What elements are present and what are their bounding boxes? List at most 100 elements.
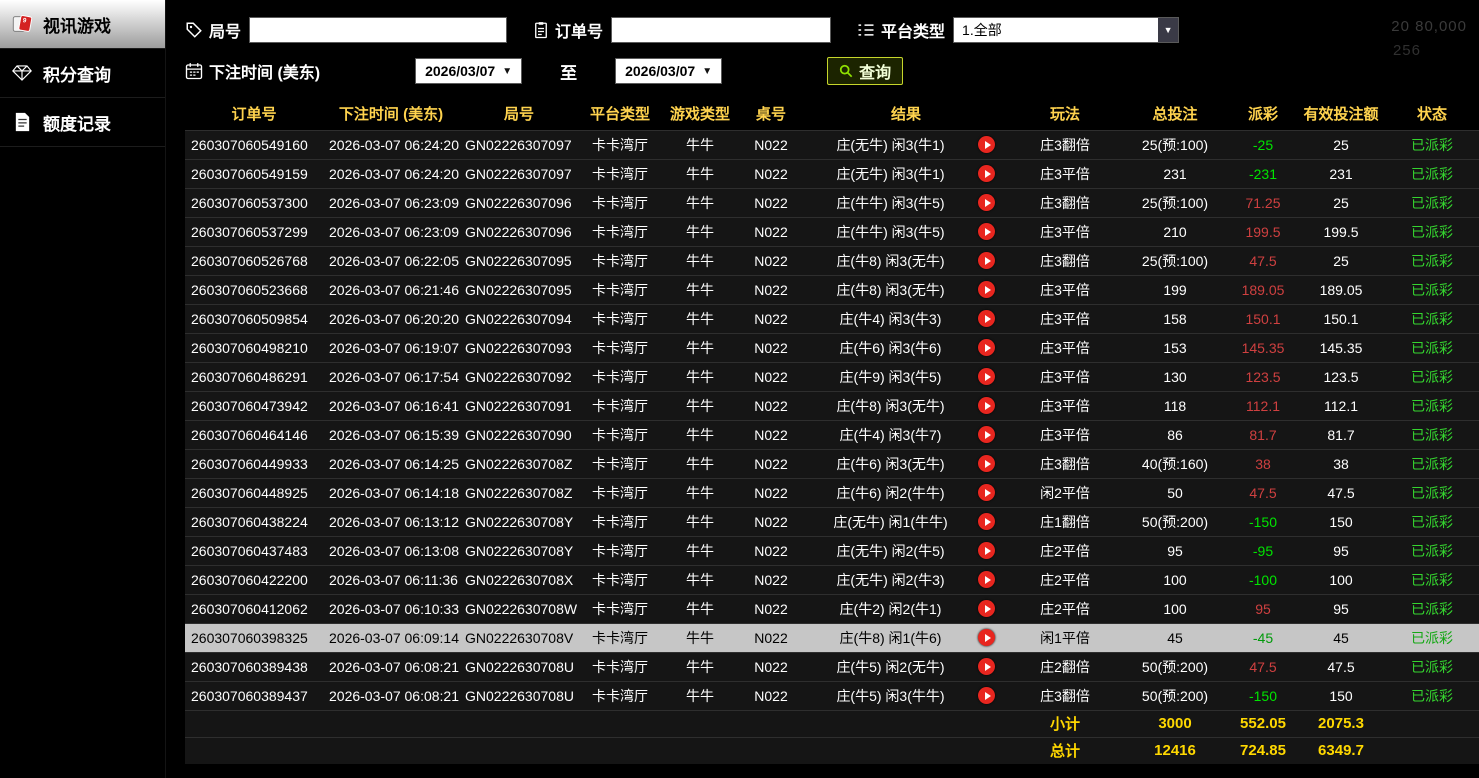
platform-cell: 卡卡湾厅 bbox=[579, 478, 661, 507]
table-no-cell: N022 bbox=[739, 681, 803, 710]
play-video-button[interactable] bbox=[978, 455, 995, 472]
bet-time-cell: 2026-03-07 06:09:14 bbox=[323, 623, 459, 652]
play-video-button[interactable] bbox=[978, 310, 995, 327]
result-cell: 庄(牛牛) 闲3(牛5) bbox=[803, 188, 1009, 217]
table-no-cell: N022 bbox=[739, 449, 803, 478]
query-button[interactable]: 查询 bbox=[827, 57, 903, 85]
result-text: 庄(牛6) 闲3(无牛) bbox=[803, 454, 978, 474]
game-no-cell: GN0222630708V bbox=[459, 623, 579, 652]
table-row[interactable]: 260307060537299 2026-03-07 06:23:09 GN02… bbox=[185, 217, 1479, 246]
valid-bet-cell: 150 bbox=[1297, 681, 1385, 710]
table-row[interactable]: 260307060537300 2026-03-07 06:23:09 GN02… bbox=[185, 188, 1479, 217]
table-row[interactable]: 260307060422200 2026-03-07 06:11:36 GN02… bbox=[185, 565, 1479, 594]
total-bet-cell: 100 bbox=[1121, 594, 1229, 623]
table-row[interactable]: 260307060509854 2026-03-07 06:20:20 GN02… bbox=[185, 304, 1479, 333]
table-no-cell: N022 bbox=[739, 159, 803, 188]
table-row[interactable]: 260307060449933 2026-03-07 06:14:25 GN02… bbox=[185, 449, 1479, 478]
status-badge: 已派彩 bbox=[1385, 275, 1479, 304]
game-no-input[interactable] bbox=[249, 17, 507, 43]
play-video-button[interactable] bbox=[978, 426, 995, 443]
play-video-button[interactable] bbox=[978, 658, 995, 675]
order-no-input[interactable] bbox=[611, 17, 831, 43]
play-method-cell: 庄3平倍 bbox=[1009, 362, 1121, 391]
chevron-down-icon: ▼ bbox=[702, 66, 712, 77]
game-type-cell: 牛牛 bbox=[661, 159, 739, 188]
valid-bet-cell: 150 bbox=[1297, 507, 1385, 536]
play-video-button[interactable] bbox=[978, 252, 995, 269]
play-video-button[interactable] bbox=[978, 194, 995, 211]
play-video-button[interactable] bbox=[978, 542, 995, 559]
date-from-select[interactable]: 2026/03/07 ▼ bbox=[415, 58, 522, 84]
status-badge: 已派彩 bbox=[1385, 246, 1479, 275]
date-to-select[interactable]: 2026/03/07 ▼ bbox=[615, 58, 722, 84]
play-method-cell: 庄3平倍 bbox=[1009, 159, 1121, 188]
game-no-cell: GN02226307093 bbox=[459, 333, 579, 362]
play-video-button[interactable] bbox=[978, 629, 995, 646]
app-window: 9 视讯游戏 积分查询 bbox=[0, 0, 1479, 778]
total-bet-cell: 95 bbox=[1121, 536, 1229, 565]
play-video-button[interactable] bbox=[978, 600, 995, 617]
play-icon bbox=[985, 518, 991, 526]
platform-type-select[interactable]: 1.全部 ▼ bbox=[953, 17, 1179, 43]
play-video-button[interactable] bbox=[978, 687, 995, 704]
table-no-cell: N022 bbox=[739, 594, 803, 623]
play-icon bbox=[985, 373, 991, 381]
total-spacer bbox=[185, 737, 1009, 764]
table-row[interactable]: 260307060438224 2026-03-07 06:13:12 GN02… bbox=[185, 507, 1479, 536]
payout-cell: -25 bbox=[1229, 130, 1297, 159]
play-video-button[interactable] bbox=[978, 165, 995, 182]
game-type-cell: 牛牛 bbox=[661, 652, 739, 681]
header-payout: 派彩 bbox=[1229, 98, 1297, 130]
sidebar-item-quota-record[interactable]: 额度记录 bbox=[0, 98, 165, 147]
table-row[interactable]: 260307060498210 2026-03-07 06:19:07 GN02… bbox=[185, 333, 1479, 362]
total-payout: 724.85 bbox=[1229, 737, 1297, 764]
game-no-label: 局号 bbox=[209, 18, 241, 42]
table-row[interactable]: 260307060523668 2026-03-07 06:21:46 GN02… bbox=[185, 275, 1479, 304]
game-no-cell: GN0222630708U bbox=[459, 652, 579, 681]
table-row[interactable]: 260307060412062 2026-03-07 06:10:33 GN02… bbox=[185, 594, 1479, 623]
total-bet-cell: 50(预:200) bbox=[1121, 507, 1229, 536]
game-type-cell: 牛牛 bbox=[661, 536, 739, 565]
result-cell: 庄(牛4) 闲3(牛7) bbox=[803, 420, 1009, 449]
play-icon bbox=[985, 489, 991, 497]
table-no-cell: N022 bbox=[739, 275, 803, 304]
game-no-cell: GN02226307096 bbox=[459, 217, 579, 246]
play-video-button[interactable] bbox=[978, 484, 995, 501]
table-row[interactable]: 260307060389437 2026-03-07 06:08:21 GN02… bbox=[185, 681, 1479, 710]
table-row[interactable]: 260307060473942 2026-03-07 06:16:41 GN02… bbox=[185, 391, 1479, 420]
table-row[interactable]: 260307060549160 2026-03-07 06:24:20 GN02… bbox=[185, 130, 1479, 159]
table-row[interactable]: 260307060389438 2026-03-07 06:08:21 GN02… bbox=[185, 652, 1479, 681]
play-video-button[interactable] bbox=[978, 368, 995, 385]
sidebar-item-points-query[interactable]: 积分查询 bbox=[0, 49, 165, 98]
play-video-button[interactable] bbox=[978, 281, 995, 298]
subtotal-label: 小计 bbox=[1009, 710, 1121, 737]
bet-time-cell: 2026-03-07 06:08:21 bbox=[323, 652, 459, 681]
play-icon bbox=[985, 315, 991, 323]
table-row[interactable]: 260307060448925 2026-03-07 06:14:18 GN02… bbox=[185, 478, 1479, 507]
table-no-cell: N022 bbox=[739, 420, 803, 449]
table-row[interactable]: 260307060486291 2026-03-07 06:17:54 GN02… bbox=[185, 362, 1479, 391]
header-bet-time: 下注时间 (美东) bbox=[323, 98, 459, 130]
play-video-button[interactable] bbox=[978, 223, 995, 240]
play-video-button[interactable] bbox=[978, 397, 995, 414]
platform-cell: 卡卡湾厅 bbox=[579, 449, 661, 478]
play-method-cell: 庄3平倍 bbox=[1009, 304, 1121, 333]
play-video-button[interactable] bbox=[978, 136, 995, 153]
play-video-button[interactable] bbox=[978, 339, 995, 356]
total-bet-cell: 25(预:100) bbox=[1121, 130, 1229, 159]
table-row[interactable]: 260307060437483 2026-03-07 06:13:08 GN02… bbox=[185, 536, 1479, 565]
result-cell: 庄(牛5) 闲2(无牛) bbox=[803, 652, 1009, 681]
table-row[interactable]: 260307060526768 2026-03-07 06:22:05 GN02… bbox=[185, 246, 1479, 275]
total-row: 总计 12416 724.85 6349.7 bbox=[185, 737, 1479, 764]
play-video-button[interactable] bbox=[978, 513, 995, 530]
table-header-row: 订单号 下注时间 (美东) 局号 平台类型 游戏类型 桌号 结果 玩法 总投注 … bbox=[185, 98, 1479, 130]
play-video-button[interactable] bbox=[978, 571, 995, 588]
table-row[interactable]: 260307060549159 2026-03-07 06:24:20 GN02… bbox=[185, 159, 1479, 188]
sidebar-item-video-games[interactable]: 9 视讯游戏 bbox=[0, 0, 165, 49]
table-row[interactable]: 260307060398325 2026-03-07 06:09:14 GN02… bbox=[185, 623, 1479, 652]
total-bet-cell: 100 bbox=[1121, 565, 1229, 594]
date-from-value: 2026/03/07 bbox=[425, 63, 495, 79]
play-icon bbox=[985, 460, 991, 468]
table-row[interactable]: 260307060464146 2026-03-07 06:15:39 GN02… bbox=[185, 420, 1479, 449]
total-label: 总计 bbox=[1009, 737, 1121, 764]
